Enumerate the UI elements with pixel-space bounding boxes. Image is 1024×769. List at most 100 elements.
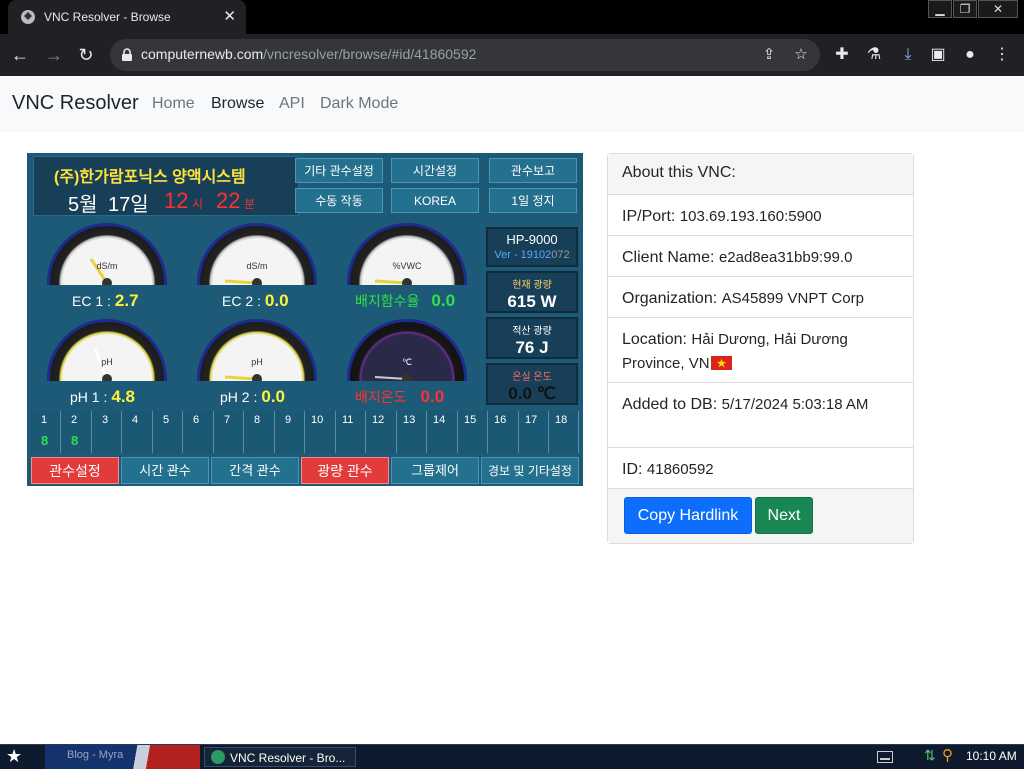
- menu-kebab-icon[interactable]: ⋮: [992, 45, 1012, 65]
- profile-avatar-icon[interactable]: ●: [960, 45, 980, 65]
- labs-flask-icon[interactable]: ⚗: [864, 45, 884, 65]
- value-ec2: 0.0: [264, 291, 289, 310]
- hmi-btn-irrigation-report[interactable]: 관수보고: [489, 158, 577, 183]
- info-label: Location:: [622, 331, 687, 348]
- hmi-menu-time-irrigation[interactable]: 시간 관수: [121, 457, 209, 484]
- label-ec2-text: EC 2 :: [222, 293, 261, 309]
- forward-button[interactable]: →: [42, 43, 66, 67]
- vn-flag-icon: [710, 356, 732, 370]
- channel-17: 17: [519, 411, 549, 453]
- info-client-name: Client Name: e2ad8ea31bb9:99.0: [622, 246, 904, 270]
- channel-15: 15: [458, 411, 488, 453]
- channel-number: 13: [403, 414, 416, 426]
- info-row-client-name: Client Name: e2ad8ea31bb9:99.0: [608, 236, 913, 277]
- hmi-light-now-box: 현재 광량 615 W: [486, 271, 578, 313]
- restore-button[interactable]: ❐: [953, 0, 977, 18]
- gauge-ec2: dS/m: [197, 223, 317, 285]
- next-button[interactable]: Next: [755, 497, 813, 534]
- channel-9: 9: [275, 411, 305, 453]
- card-title: About this VNC:: [622, 164, 736, 181]
- channel-16: 16: [488, 411, 519, 453]
- channel-8: 8: [244, 411, 275, 453]
- value-ph2: 0.0: [261, 387, 285, 406]
- channel-12: 12: [366, 411, 397, 453]
- hmi-menu-alarm-settings[interactable]: 경보 및 기타설정: [481, 457, 579, 484]
- back-button[interactable]: ←: [8, 43, 32, 67]
- tab-favicon-icon: [21, 10, 35, 24]
- tab-title: VNC Resolver - Browse: [44, 10, 171, 24]
- hmi-btn-day-stop[interactable]: 1일 정지: [489, 188, 577, 213]
- share-icon[interactable]: ⇪: [760, 46, 778, 64]
- copy-hardlink-button[interactable]: Copy Hardlink: [624, 497, 752, 534]
- channel-number: 2: [71, 414, 78, 426]
- taskbar-item-blog-label: Blog - Myra: [67, 749, 124, 761]
- browser-toolbar: ← → ↻ computernewb.com/vncresolver/brows…: [0, 34, 1024, 76]
- channel-number: 4: [132, 414, 139, 426]
- nav-home[interactable]: Home: [152, 95, 195, 113]
- channel-5: 5: [153, 411, 183, 453]
- card-header: About this VNC:: [608, 154, 913, 195]
- hmi-month: 5월: [68, 194, 98, 216]
- search-icon[interactable]: ⚲: [942, 746, 953, 764]
- nav-dark-mode[interactable]: Dark Mode: [320, 95, 398, 113]
- label-ph2: pH 2 :0.0: [220, 387, 285, 407]
- label-vwc-text: 배지함수율: [355, 293, 420, 309]
- channel-number: 14: [433, 414, 446, 426]
- channel-number: 17: [525, 414, 538, 426]
- nav-api[interactable]: API: [279, 95, 305, 113]
- value-substrate-temp: 0.0: [420, 387, 445, 406]
- info-value: e2ad8ea31bb9:99.0: [718, 249, 853, 266]
- info-row-ip-port: IP/Port: 103.69.193.160:5900: [608, 195, 913, 236]
- address-bar[interactable]: computernewb.com/vncresolver/browse/#id/…: [110, 39, 820, 71]
- tab-close-icon[interactable]: ✕: [223, 7, 236, 25]
- hmi-version: Ver - 19102072: [488, 249, 576, 261]
- site-brand[interactable]: VNC Resolver: [12, 92, 139, 115]
- hmi-btn-korea[interactable]: KOREA: [391, 188, 479, 213]
- channel-4: 4: [122, 411, 153, 453]
- channel-6: 6: [183, 411, 214, 453]
- bookmark-star-icon[interactable]: ☆: [792, 46, 810, 64]
- hmi-channel-row: 18 28 3 4 5 6 7 8 9 10 11 12 13 14 15 16…: [31, 411, 579, 453]
- hmi-btn-other-irrigation[interactable]: 기타 관수설정: [295, 158, 383, 183]
- hmi-menu-interval-irrigation[interactable]: 간격 관수: [211, 457, 299, 484]
- info-row-organization: Organization: AS45899 VNPT Corp: [608, 277, 913, 318]
- label-substrate-temp: 배지온도 0.0: [355, 387, 444, 407]
- label-ph2-text: pH 2 :: [220, 389, 258, 405]
- hmi-btn-manual[interactable]: 수동 작동: [295, 188, 383, 213]
- gauge-unit: dS/m: [96, 261, 118, 271]
- hmi-minute: 22: [216, 188, 241, 213]
- side-panel-icon[interactable]: ▣: [928, 45, 948, 65]
- gauge-unit: pH: [251, 357, 263, 367]
- channel-3: 3: [92, 411, 122, 453]
- hmi-menu-irrigation-setting[interactable]: 관수설정: [31, 457, 119, 484]
- label-substrate-temp-text: 배지온도: [355, 389, 407, 405]
- hmi-btn-time-setting[interactable]: 시간설정: [391, 158, 479, 183]
- taskbar-item-vnc-resolver[interactable]: VNC Resolver - Bro...: [204, 747, 356, 767]
- info-location: Location: Hải Dương, Hải Dương Province,…: [622, 328, 904, 376]
- browser-tab[interactable]: VNC Resolver - Browse ✕: [8, 0, 246, 34]
- channel-number: 1: [41, 414, 48, 426]
- hmi-menu-light-irrigation[interactable]: 광량 관수: [301, 457, 389, 484]
- minimize-button[interactable]: ▁: [928, 0, 952, 18]
- lock-icon: [122, 48, 132, 61]
- gauge-needle-icon: [93, 348, 112, 381]
- keyboard-icon[interactable]: [877, 751, 893, 763]
- start-star-icon[interactable]: ★: [6, 746, 22, 767]
- hmi-light-now-label: 현재 광량: [512, 280, 552, 291]
- channel-status: 8: [41, 433, 49, 448]
- download-icon[interactable]: ⤓: [898, 45, 918, 65]
- nav-browse[interactable]: Browse: [211, 95, 264, 113]
- channel-status: 8: [71, 433, 79, 448]
- info-value: 103.69.193.160:5900: [679, 208, 822, 225]
- value-ec1: 2.7: [114, 291, 139, 310]
- hmi-menu-group-control[interactable]: 그룹제어: [391, 457, 479, 484]
- gauge-unit: %VWC: [392, 261, 422, 271]
- vnc-info-card: About this VNC: IP/Port: 103.69.193.160:…: [607, 153, 914, 544]
- reload-button[interactable]: ↻: [74, 43, 98, 67]
- card-footer: Copy Hardlink Next: [608, 489, 913, 543]
- network-icon[interactable]: ⇅: [924, 747, 936, 764]
- taskbar-item-blog[interactable]: Blog - Myra: [45, 745, 200, 769]
- close-window-button[interactable]: ✕: [978, 0, 1018, 18]
- extensions-icon[interactable]: ✚: [832, 45, 852, 65]
- gauge-substrate-temp: ℃: [347, 319, 467, 381]
